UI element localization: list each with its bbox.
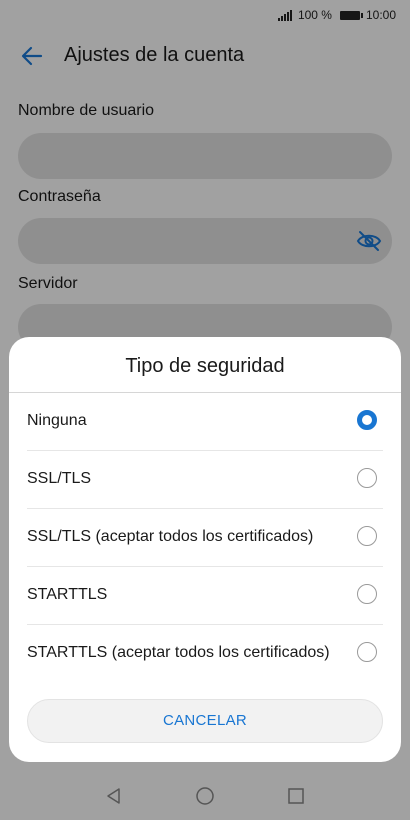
- option-starttls-accept-all[interactable]: STARTTLS (aceptar todos los certificados…: [9, 625, 401, 683]
- option-label: Ninguna: [27, 412, 87, 429]
- option-label: STARTTLS (aceptar todos los certificados…: [27, 644, 330, 661]
- option-label: STARTTLS: [27, 586, 108, 603]
- option-ninguna[interactable]: Ninguna: [9, 393, 401, 451]
- nav-recents-button[interactable]: [286, 786, 306, 806]
- radio-unselected-icon[interactable]: [357, 468, 377, 488]
- option-ssl-tls-accept-all[interactable]: SSL/TLS (aceptar todos los certificados): [9, 509, 401, 567]
- option-starttls[interactable]: STARTTLS: [9, 567, 401, 625]
- radio-selected-icon[interactable]: [357, 410, 377, 430]
- radio-unselected-icon[interactable]: [357, 526, 377, 546]
- cancel-button[interactable]: CANCELAR: [27, 699, 383, 743]
- system-nav-bar: [0, 772, 410, 820]
- option-label: SSL/TLS: [27, 470, 92, 487]
- option-ssl-tls[interactable]: SSL/TLS: [9, 451, 401, 509]
- radio-unselected-icon[interactable]: [357, 642, 377, 662]
- nav-home-button[interactable]: [195, 786, 215, 806]
- triangle-back-icon: [107, 788, 120, 804]
- square-recents-icon: [288, 788, 304, 804]
- radio-unselected-icon[interactable]: [357, 584, 377, 604]
- circle-home-icon: [196, 787, 214, 805]
- option-label: SSL/TLS (aceptar todos los certificados): [27, 528, 314, 545]
- dialog-title: Tipo de seguridad: [125, 355, 285, 377]
- security-type-dialog: Tipo de seguridad Ninguna SSL/TLS SSL/TL…: [9, 337, 401, 762]
- nav-back-button[interactable]: [104, 786, 124, 806]
